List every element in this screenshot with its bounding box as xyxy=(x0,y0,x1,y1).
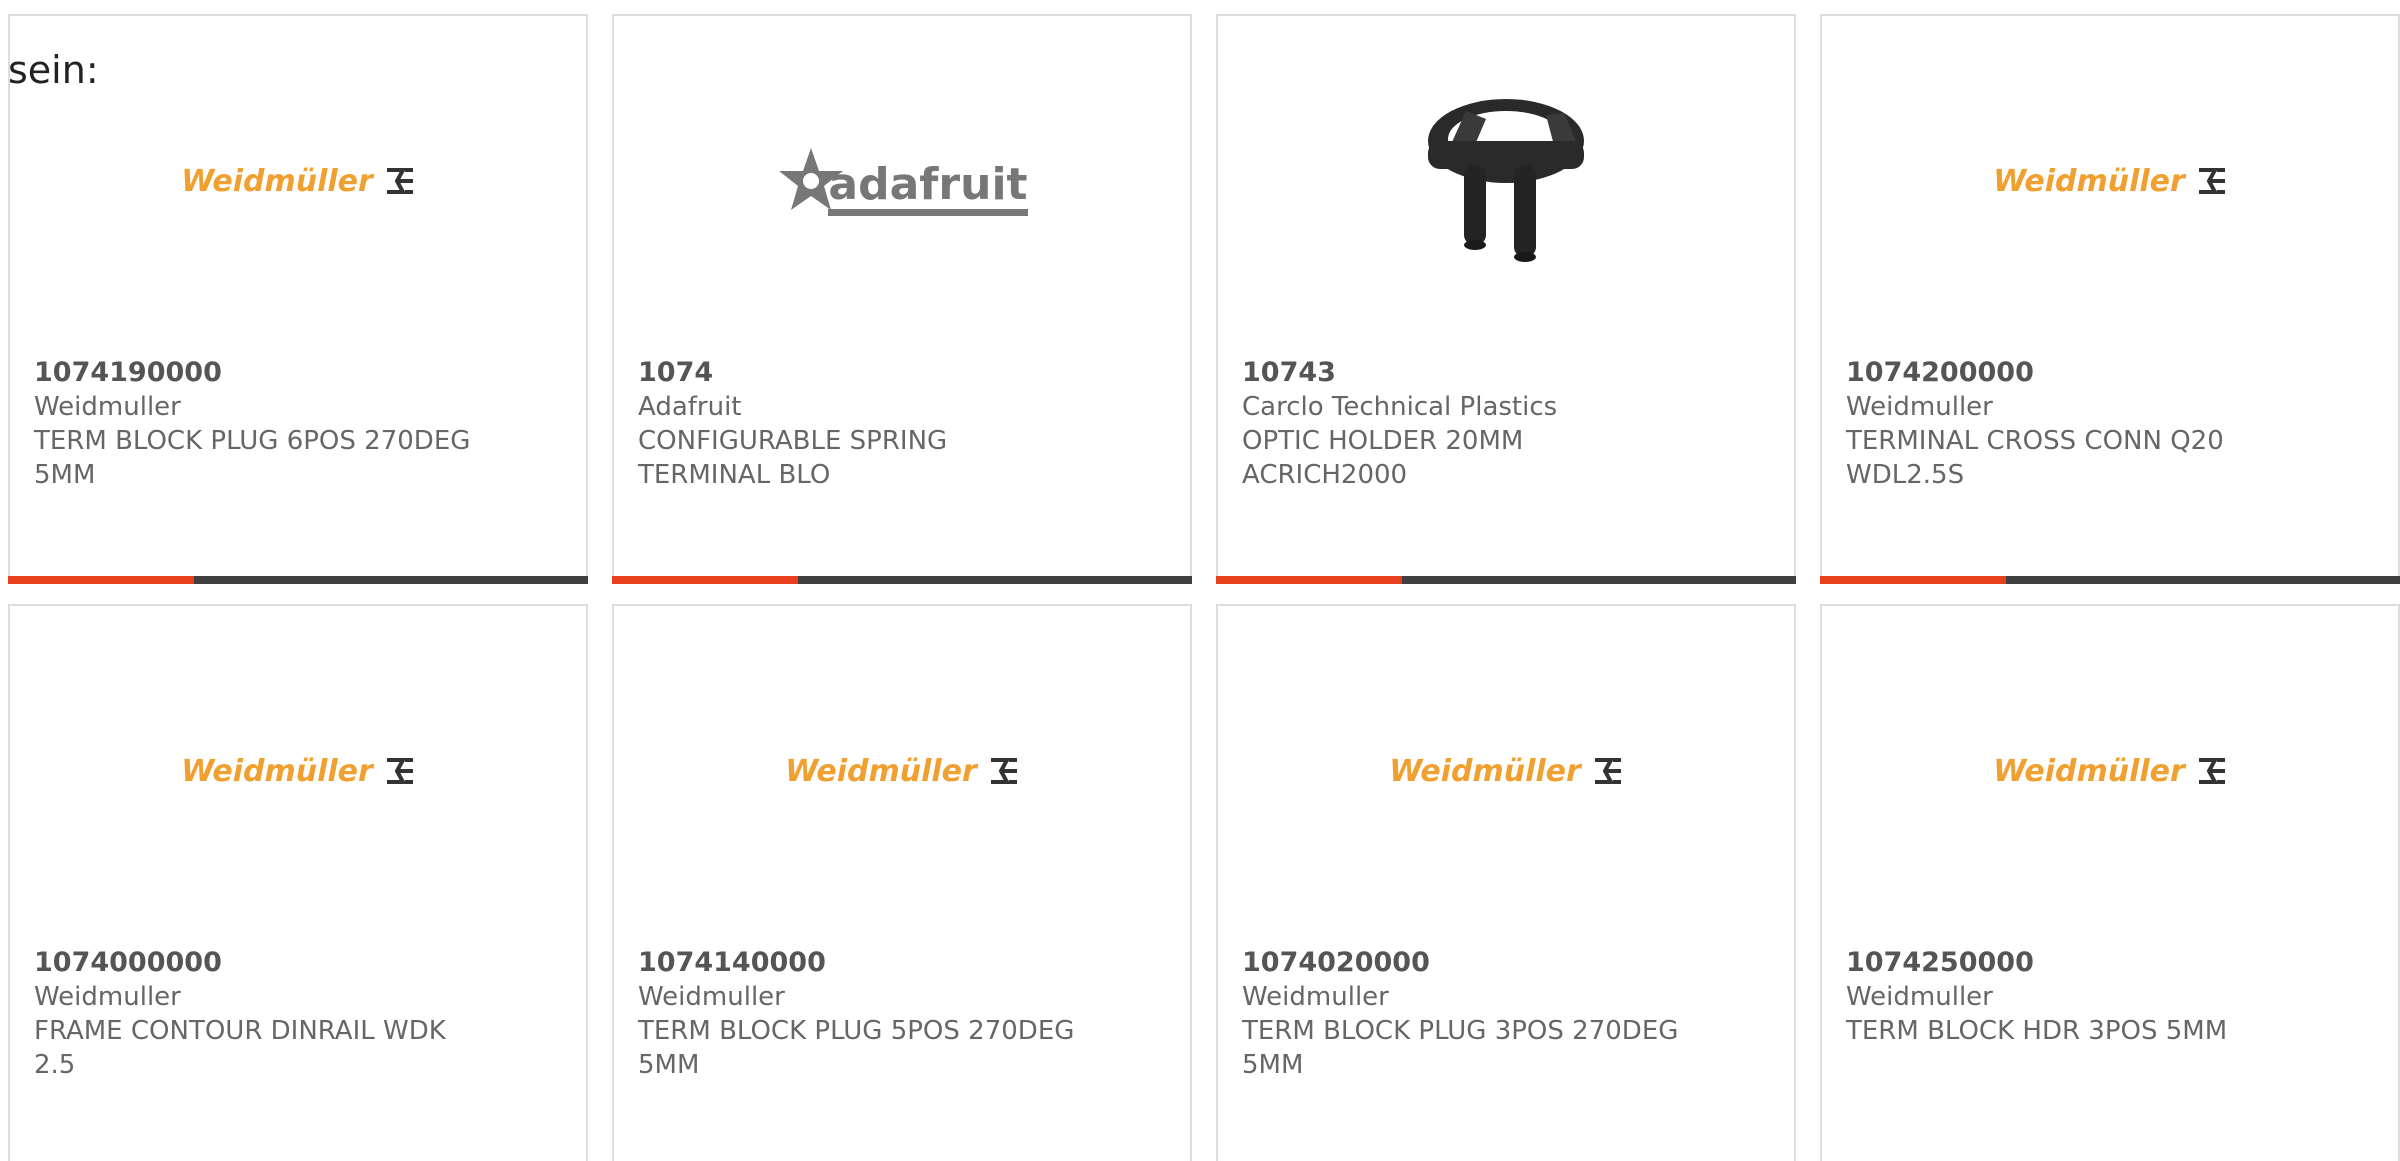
manufacturer: Weidmuller xyxy=(1846,392,1993,422)
weidmuller-symbol-icon xyxy=(386,168,413,194)
product-image: Weidmüller xyxy=(1822,606,2398,936)
product-card[interactable]: adafruit 1074 Adafruit CONFIGURABLE SPRI… xyxy=(612,14,1192,584)
weidmuller-logo-text: Weidmüller xyxy=(1993,753,2185,789)
card-accent-bar xyxy=(1216,576,1402,584)
product-card[interactable]: Weidmüller 1074140000 Weidmuller TERM BL… xyxy=(612,604,1192,1161)
product-card[interactable]: Weidmüller 1074000000 Weidmuller FRAME C… xyxy=(8,604,588,1161)
product-description: OPTIC HOLDER 20MM ACRICH2000 xyxy=(1242,426,1524,490)
part-number[interactable]: 1074190000 xyxy=(34,356,494,390)
product-card[interactable]: Weidmüller 1074250000 Weidmuller TERM BL… xyxy=(1820,604,2400,1161)
product-image: Weidmüller xyxy=(1822,16,2398,346)
product-description: TERM BLOCK PLUG 6POS 270DEG 5MM xyxy=(34,426,471,490)
product-image: Weidmüller xyxy=(614,606,1190,936)
part-number[interactable]: 1074200000 xyxy=(1846,356,2306,390)
weidmuller-symbol-icon xyxy=(2198,168,2225,194)
part-number[interactable]: 1074020000 xyxy=(1242,946,1702,980)
product-description: TERMINAL CROSS CONN Q20 WDL2.5S xyxy=(1846,426,2224,490)
product-info: 1074250000 Weidmuller TERM BLOCK HDR 3PO… xyxy=(1846,946,2306,1048)
product-info: 10743 Carclo Technical Plastics OPTIC HO… xyxy=(1242,356,1702,492)
manufacturer: Weidmuller xyxy=(34,392,181,422)
product-description: TERM BLOCK PLUG 3POS 270DEG 5MM xyxy=(1242,1016,1679,1080)
weidmuller-logo-text: Weidmüller xyxy=(785,753,977,789)
product-info: 1074000000 Weidmuller FRAME CONTOUR DINR… xyxy=(34,946,494,1082)
weidmuller-logo: Weidmüller xyxy=(1993,164,2227,199)
weidmuller-logo-text: Weidmüller xyxy=(1389,753,1581,789)
weidmuller-logo-text: Weidmüller xyxy=(181,753,373,789)
adafruit-logo: adafruit xyxy=(776,146,1028,216)
card-bottom-bar xyxy=(1820,576,2400,584)
product-info: 1074 Adafruit CONFIGURABLE SPRING TERMIN… xyxy=(638,356,1098,492)
card-accent-bar xyxy=(612,576,798,584)
manufacturer: Adafruit xyxy=(638,392,742,422)
weidmuller-symbol-icon xyxy=(1594,758,1621,784)
product-description: TERM BLOCK PLUG 5POS 270DEG 5MM xyxy=(638,1016,1075,1080)
manufacturer: Weidmuller xyxy=(34,982,181,1012)
weidmuller-symbol-icon xyxy=(990,758,1017,784)
product-card[interactable]: Weidmüller 1074190000 Weidmuller TERM BL… xyxy=(8,14,588,584)
card-bottom-bar xyxy=(8,576,588,584)
weidmuller-symbol-icon xyxy=(2198,758,2225,784)
manufacturer: Weidmuller xyxy=(1242,982,1389,1012)
product-grid-page: sein: Weidmüller 1074190000 Weidmuller T… xyxy=(0,0,2400,1161)
part-number[interactable]: 1074250000 xyxy=(1846,946,2306,980)
product-image xyxy=(1218,16,1794,346)
product-card[interactable]: Weidmüller 1074020000 Weidmuller TERM BL… xyxy=(1216,604,1796,1161)
product-grid: Weidmüller 1074190000 Weidmuller TERM BL… xyxy=(0,0,2400,1161)
part-number[interactable]: 1074000000 xyxy=(34,946,494,980)
part-number[interactable]: 1074 xyxy=(638,356,1098,390)
product-info: 1074140000 Weidmuller TERM BLOCK PLUG 5P… xyxy=(638,946,1098,1082)
weidmuller-logo: Weidmüller xyxy=(785,754,1019,789)
weidmuller-logo: Weidmüller xyxy=(181,754,415,789)
product-info: 1074190000 Weidmuller TERM BLOCK PLUG 6P… xyxy=(34,356,494,492)
product-description: CONFIGURABLE SPRING TERMINAL BLO xyxy=(638,426,948,490)
weidmuller-logo-text: Weidmüller xyxy=(1993,163,2185,199)
part-number[interactable]: 1074140000 xyxy=(638,946,1098,980)
product-image: Weidmüller xyxy=(1218,606,1794,936)
weidmuller-symbol-icon xyxy=(386,758,413,784)
card-bottom-bar xyxy=(1216,576,1796,584)
weidmuller-logo: Weidmüller xyxy=(181,164,415,199)
product-description: FRAME CONTOUR DINRAIL WDK 2.5 xyxy=(34,1016,446,1080)
card-accent-bar xyxy=(8,576,194,584)
optic-holder-photo xyxy=(1428,99,1584,262)
part-number[interactable]: 10743 xyxy=(1242,356,1702,390)
intro-text: sein: xyxy=(8,48,99,92)
manufacturer: Weidmuller xyxy=(638,982,785,1012)
weidmuller-logo: Weidmüller xyxy=(1993,754,2227,789)
card-bottom-bar xyxy=(612,576,1192,584)
product-image: Weidmüller xyxy=(10,606,586,936)
product-info: 1074200000 Weidmuller TERMINAL CROSS CON… xyxy=(1846,356,2306,492)
product-card[interactable]: 10743 Carclo Technical Plastics OPTIC HO… xyxy=(1216,14,1796,584)
card-accent-bar xyxy=(1820,576,2006,584)
adafruit-logo-text: adafruit xyxy=(828,163,1028,216)
weidmuller-logo: Weidmüller xyxy=(1389,754,1623,789)
product-card[interactable]: Weidmüller 1074200000 Weidmuller TERMINA… xyxy=(1820,14,2400,584)
manufacturer: Carclo Technical Plastics xyxy=(1242,392,1558,422)
product-description: TERM BLOCK HDR 3POS 5MM xyxy=(1846,1016,2228,1046)
product-info: 1074020000 Weidmuller TERM BLOCK PLUG 3P… xyxy=(1242,946,1702,1082)
manufacturer: Weidmuller xyxy=(1846,982,1993,1012)
product-image: adafruit xyxy=(614,16,1190,346)
weidmuller-logo-text: Weidmüller xyxy=(181,163,373,199)
